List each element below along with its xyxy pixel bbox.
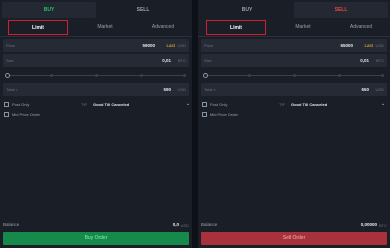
balance-unit: USD	[180, 222, 189, 228]
slider-tick[interactable]	[381, 74, 384, 77]
buy-order-panel: BUY SELL Limit Market Advanced Price 590…	[0, 0, 192, 248]
total-unit: USD	[177, 87, 186, 92]
tif-select[interactable]: Good Till Canceled	[93, 102, 129, 107]
tab-sell[interactable]: SELL	[294, 2, 388, 18]
tab-limit[interactable]: Limit	[8, 20, 68, 35]
sell-order-panel: BUY SELL Limit Market Advanced Price 650…	[198, 0, 390, 248]
tif-select[interactable]: Good Till Canceled	[291, 102, 327, 107]
post-only-label: Post Only	[12, 102, 30, 107]
balance-label: Balance	[201, 222, 218, 227]
side-tabs: BUY SELL	[0, 0, 192, 18]
price-field[interactable]: Price 65000 Last USD	[201, 39, 387, 52]
size-field[interactable]: Size 0,01 BTC	[201, 54, 387, 67]
post-only-checkbox[interactable]	[4, 102, 9, 107]
post-only-row: Post Only TIF Good Till Canceled ⌄	[201, 100, 387, 110]
price-label: Price	[6, 43, 16, 48]
balance-label: Balance	[3, 222, 20, 227]
size-value: 0,01	[360, 57, 369, 63]
post-only-checkbox[interactable]	[202, 102, 207, 107]
mid-price-checkbox[interactable]	[4, 112, 9, 117]
mid-price-row: Mid Price Order	[201, 110, 387, 120]
order-type-tabs: Limit Market Advanced	[198, 20, 390, 37]
total-value: 590	[163, 86, 171, 92]
slider-tick[interactable]	[338, 74, 341, 77]
size-unit: BTC	[178, 58, 186, 63]
sell-order-button[interactable]: Sell Order	[201, 232, 387, 245]
price-value: 59000	[142, 42, 155, 48]
price-field[interactable]: Price 59000 Last USD	[3, 39, 189, 52]
mid-price-row: Mid Price Order	[3, 110, 189, 120]
mid-price-checkbox[interactable]	[202, 112, 207, 117]
mid-price-label: Mid Price Order	[12, 112, 41, 117]
tab-advanced[interactable]: Advanced	[134, 20, 192, 36]
size-field[interactable]: Size 0,01 BTC	[3, 54, 189, 67]
chevron-down-icon[interactable]: ⌄	[381, 101, 385, 107]
side-tabs: BUY SELL	[198, 0, 390, 18]
slider-tick[interactable]	[50, 74, 53, 77]
tab-buy[interactable]: BUY	[2, 2, 96, 18]
price-value: 65000	[340, 42, 353, 48]
balance-row: Balance 0,00000 BTC	[201, 221, 387, 230]
balance-value: 0,00000	[360, 222, 377, 227]
total-unit: USD	[375, 87, 384, 92]
tab-market[interactable]: Market	[76, 20, 134, 36]
size-slider[interactable]	[5, 71, 186, 81]
slider-tick[interactable]	[248, 74, 251, 77]
total-value: 650	[361, 86, 369, 92]
tab-advanced[interactable]: Advanced	[332, 20, 390, 36]
buy-order-button[interactable]: Buy Order	[3, 232, 189, 245]
tab-market[interactable]: Market	[274, 20, 332, 36]
balance-row: Balance 0,0 USD	[3, 221, 189, 230]
post-only-row: Post Only TIF Good Till Canceled ⌄	[3, 100, 190, 110]
slider-knob[interactable]	[5, 73, 10, 78]
price-unit: USD	[177, 43, 186, 48]
tif-label: TIF	[81, 102, 87, 107]
total-field[interactable]: Total ≈ 650 USD	[201, 83, 387, 96]
tab-buy[interactable]: BUY	[200, 2, 294, 18]
total-label: Total ≈	[6, 87, 18, 92]
slider-tick[interactable]	[183, 74, 186, 77]
tif-label: TIF	[279, 102, 285, 107]
slider-tick[interactable]	[293, 74, 296, 77]
total-field[interactable]: Total ≈ 590 USD	[3, 83, 189, 96]
slider-knob[interactable]	[203, 73, 208, 78]
mid-price-label: Mid Price Order	[210, 112, 239, 117]
size-slider[interactable]	[203, 71, 384, 81]
balance-unit: BTC	[379, 222, 387, 228]
last-price-button[interactable]: Last	[364, 43, 373, 48]
order-type-tabs: Limit Market Advanced	[0, 20, 192, 37]
slider-tick[interactable]	[95, 74, 98, 77]
total-label: Total ≈	[204, 87, 216, 92]
post-only-label: Post Only	[210, 102, 228, 107]
size-value: 0,01	[162, 57, 171, 63]
chevron-down-icon[interactable]: ⌄	[186, 101, 190, 107]
last-price-button[interactable]: Last	[166, 43, 175, 48]
tab-limit[interactable]: Limit	[206, 20, 266, 35]
tab-sell[interactable]: SELL	[96, 2, 190, 18]
price-unit: USD	[375, 43, 384, 48]
size-unit: BTC	[376, 58, 384, 63]
size-label: Size	[6, 58, 14, 63]
balance-value: 0,0	[172, 222, 179, 227]
size-label: Size	[204, 58, 212, 63]
price-label: Price	[204, 43, 214, 48]
slider-tick[interactable]	[140, 74, 143, 77]
